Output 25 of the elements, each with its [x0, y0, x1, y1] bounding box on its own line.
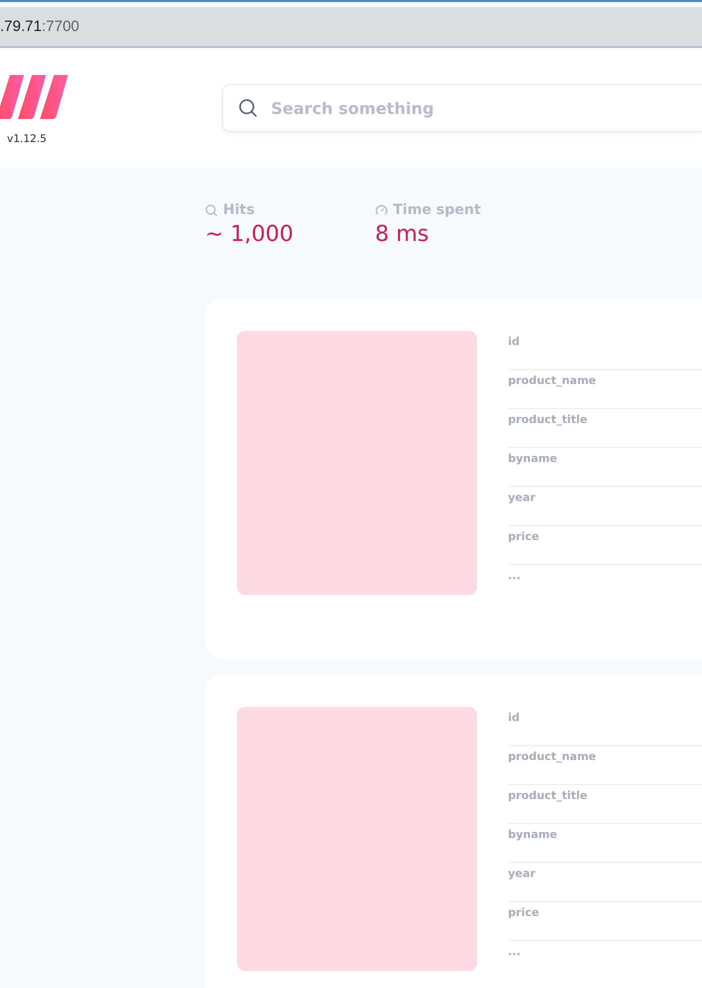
field-name: ... [508, 568, 522, 584]
field-name: id [508, 707, 702, 746]
field-name: byname [508, 824, 702, 863]
gauge-icon [375, 204, 388, 216]
field-name: product_name [508, 746, 702, 785]
version-label: v1.12.5 [7, 133, 47, 145]
search-field[interactable]: Search something [222, 84, 702, 132]
field-name: ... [508, 944, 522, 960]
field-name: year [508, 487, 702, 526]
stat-label: Time spent [393, 202, 481, 218]
field-name: year [508, 863, 702, 902]
search-icon [238, 98, 258, 118]
stat-value: 8 ms [375, 222, 430, 247]
field-name: product_name [508, 370, 702, 409]
field-name: byname [508, 448, 702, 487]
logo-icon [0, 75, 68, 119]
field-name: id [508, 331, 702, 370]
field-name: price [508, 902, 702, 941]
field-name: product_title [508, 785, 702, 824]
stat-value: ~ 1,000 [205, 222, 294, 247]
search-icon [205, 204, 218, 216]
stat-label: Hits [223, 202, 255, 218]
address-bar[interactable]: .79.71:7700 [0, 7, 702, 48]
field-name: product_title [508, 409, 702, 448]
field-name: price [508, 526, 702, 565]
